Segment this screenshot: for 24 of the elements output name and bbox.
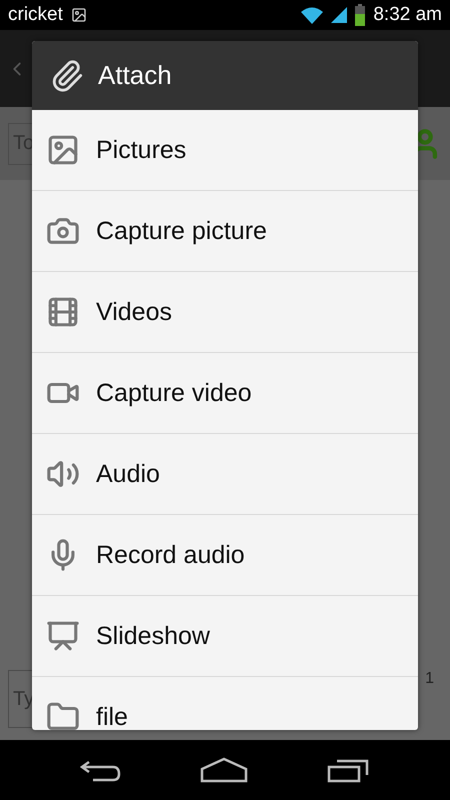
menu-item[interactable]: Capture picture [32,191,418,272]
recent-apps-icon[interactable] [326,757,371,783]
menu-item[interactable]: Capture video [32,353,418,434]
menu-item[interactable]: file [32,677,418,730]
signal-icon [331,7,348,23]
clock-time: 8:32 am [373,4,442,26]
menu-item[interactable]: Audio [32,434,418,515]
folder-icon [46,700,80,730]
menu-item[interactable]: Slideshow [32,596,418,677]
carrier-name: cricket [8,4,63,26]
battery-icon [355,4,366,26]
character-counter: 1 [425,670,434,688]
wifi-icon [301,6,324,24]
back-icon[interactable] [79,758,122,782]
menu-item[interactable]: Pictures [32,110,418,191]
image-icon [70,7,87,23]
presentation-icon [46,619,80,653]
menu-item[interactable]: Videos [32,272,418,353]
film-icon [46,295,80,329]
paperclip-icon [50,58,84,92]
home-icon[interactable] [200,757,248,783]
menu-item[interactable]: Record audio [32,515,418,596]
image-icon [46,133,80,167]
dialog-title: Attach [98,60,172,91]
